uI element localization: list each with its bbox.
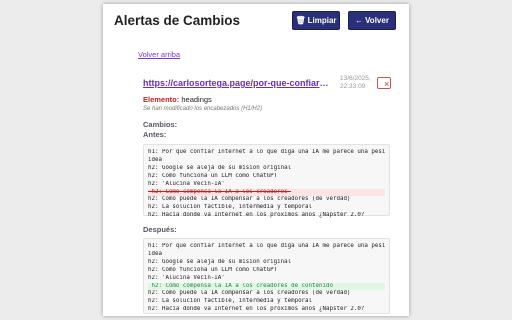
code-line: idea xyxy=(148,250,162,257)
code-line: h2: Hacia dónde va Internet en los próxi… xyxy=(148,212,365,219)
back-button[interactable]: ← Volver xyxy=(348,11,396,30)
back-to-top-link[interactable]: Volver arriba xyxy=(138,50,180,59)
alert-url-link[interactable]: https://carlosortega.page/por-que-confia… xyxy=(143,78,329,88)
code-line: h2: 'Alucina Vecin-IA' xyxy=(148,274,225,281)
code-line: h1: Por qué confiar Internet a lo que di… xyxy=(148,243,385,249)
code-line: h2: Google se aleja de su misión origina… xyxy=(148,164,292,171)
code-line: h2: 'Alucina Vecin-IA' xyxy=(148,180,225,187)
trash-icon: 🗑 xyxy=(295,16,306,25)
alerts-content: Volver arriba https://carlosortega.page/… xyxy=(103,38,409,316)
removed-line: h2: Cómo compensa la IA a los creadores xyxy=(148,188,385,197)
after-code-block: h1: Por qué confiar Internet a lo que di… xyxy=(143,238,390,314)
alerts-panel: Alertas de Cambios 🗑 Limpiar ← Volver Vo… xyxy=(103,4,409,316)
alert-url-row: https://carlosortega.page/por-que-confia… xyxy=(143,75,393,92)
arrow-left-icon: ← xyxy=(355,16,364,25)
element-key: Elemento: xyxy=(143,95,180,104)
clear-button[interactable]: 🗑 Limpiar xyxy=(292,11,340,30)
code-line: idea xyxy=(148,156,162,163)
back-button-label: Volver xyxy=(365,16,389,25)
code-line: h2: Hacia dónde va Internet en los próxi… xyxy=(148,306,365,313)
code-line: h1: Por qué confiar Internet a lo que di… xyxy=(148,149,385,155)
before-code-block: h1: Por qué confiar Internet a lo que di… xyxy=(143,144,390,218)
code-line: h2: Cómo funciona un LLM como ChatGPT xyxy=(148,172,278,179)
modified-description: Se han modificado los encabezados (H1/H2… xyxy=(143,106,263,112)
close-icon: × xyxy=(384,79,390,89)
page-title: Alertas de Cambios xyxy=(114,13,241,28)
clear-button-label: Limpiar xyxy=(307,16,337,25)
code-line: h2: Google se aleja de su misión origina… xyxy=(148,258,292,265)
element-line: Elemento: headings xyxy=(143,95,212,104)
after-heading: Después: xyxy=(143,225,177,234)
before-heading: Antes: xyxy=(143,130,167,139)
element-value: headings xyxy=(181,95,212,104)
header: Alertas de Cambios 🗑 Limpiar ← Volver xyxy=(103,4,409,36)
code-line: h2: La solución factible, intermedia y t… xyxy=(148,204,313,211)
code-line: h2: La solución factible, intermedia y t… xyxy=(148,298,313,305)
code-line: h2: Cómo funciona un LLM como ChatGPT xyxy=(148,266,278,273)
dismiss-alert-button[interactable]: × xyxy=(377,77,391,89)
code-line: h2: Cómo puede la IA compensar a los cre… xyxy=(148,196,351,203)
changes-heading: Cambios: xyxy=(143,120,178,129)
code-line: h2: Cómo puede la IA compensar a los cre… xyxy=(148,290,351,297)
added-line: h2: Cómo compensa la IA a los creadores … xyxy=(148,282,385,291)
alert-timestamp: 13/6/2025, 22:33:09 xyxy=(340,75,371,90)
